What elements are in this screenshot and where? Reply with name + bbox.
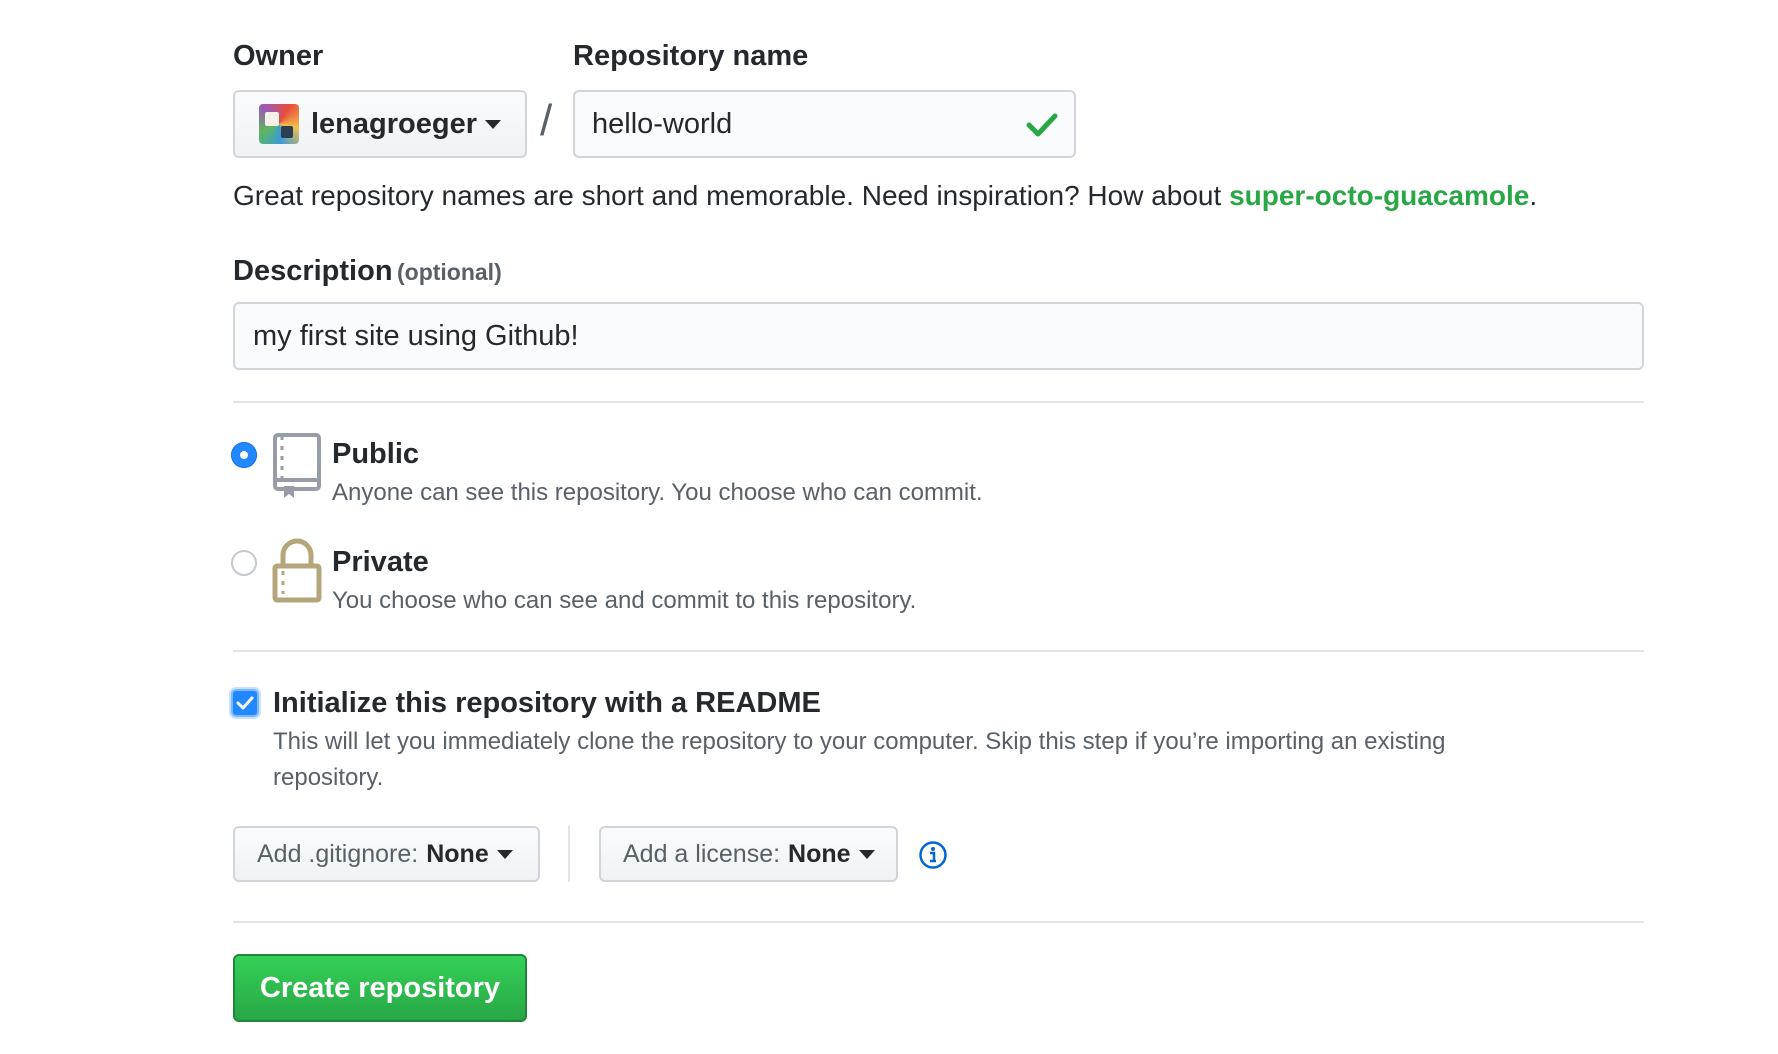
readme-title: Initialize this repository with a README: [273, 687, 821, 719]
lock-icon: [272, 538, 322, 603]
chevron-down-icon: [485, 119, 501, 129]
gitignore-select[interactable]: Add .gitignore: None: [233, 826, 540, 882]
gitignore-prefix: Add .gitignore:: [257, 839, 419, 868]
check-icon: [236, 696, 254, 710]
readme-note-line1: This will let you immediately clone the …: [273, 728, 1446, 755]
description-optional: (optional): [396, 259, 502, 285]
gitignore-value: None: [426, 839, 489, 868]
owner-repo-separator: /: [540, 96, 553, 145]
owner-select[interactable]: lenagroeger: [233, 90, 527, 158]
private-radio[interactable]: [231, 550, 257, 576]
description-label-row: Description (optional): [233, 255, 502, 288]
info-icon[interactable]: [918, 840, 948, 870]
public-title: Public: [332, 438, 420, 470]
license-prefix: Add a license:: [623, 839, 781, 868]
repo-name-label: Repository name: [573, 40, 809, 72]
public-radio[interactable]: [231, 442, 257, 468]
repo-name-input[interactable]: hello-world: [573, 90, 1076, 158]
description-value: my first site using Github!: [253, 319, 579, 352]
readme-checkbox[interactable]: [231, 689, 259, 717]
hint-text: Great repository names are short and mem…: [233, 180, 1230, 211]
private-title: Private: [332, 546, 429, 578]
divider: [233, 921, 1644, 923]
owner-name: lenagroeger: [311, 107, 477, 140]
check-icon: [1026, 113, 1058, 137]
chevron-down-icon: [858, 849, 875, 859]
license-value: None: [788, 839, 851, 868]
divider: [233, 401, 1644, 403]
create-repository-button[interactable]: Create repository: [233, 954, 527, 1022]
chevron-down-icon: [496, 849, 513, 859]
owner-label: Owner: [233, 40, 324, 72]
description-input[interactable]: my first site using Github!: [233, 302, 1644, 370]
description-label: Description: [233, 255, 393, 287]
public-note: Anyone can see this repository. You choo…: [332, 479, 983, 506]
suggestion-link[interactable]: super-octo-guacamole: [1229, 180, 1529, 211]
avatar: [259, 104, 299, 144]
hint-end: .: [1529, 180, 1538, 211]
repo-name-hint: Great repository names are short and mem…: [233, 180, 1537, 212]
license-select[interactable]: Add a license: None: [599, 826, 898, 882]
divider: [233, 650, 1644, 652]
divider: [568, 826, 570, 882]
private-note: You choose who can see and commit to thi…: [332, 587, 917, 614]
repo-icon: [273, 433, 321, 498]
repo-name-value: hello-world: [592, 107, 733, 140]
readme-note-line2: repository.: [273, 764, 384, 791]
